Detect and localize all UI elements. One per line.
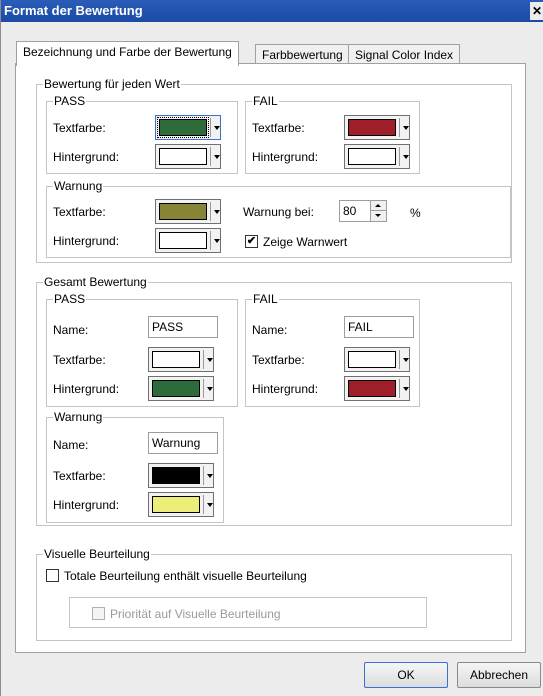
each-pass-hintergrund-label: Hintergrund: <box>53 150 120 164</box>
dropdown-arrow-icon <box>214 210 220 214</box>
overall-warning-hintergrund-label: Hintergrund: <box>53 498 120 512</box>
each-pass-textfarbe-label: Textfarbe: <box>53 121 106 135</box>
group-each-fail: FAIL Textfarbe: Hintergrund: <box>245 94 420 174</box>
group-overall-title: Gesamt Bewertung <box>43 275 148 289</box>
group-visual-title: Visuelle Beurteilung <box>43 547 151 561</box>
color-swatch <box>348 380 396 397</box>
overall-warning-textfarbe-label: Textfarbe: <box>53 469 106 483</box>
overall-pass-hintergrund-label: Hintergrund: <box>53 382 120 396</box>
show-warning-label: Zeige Warnwert <box>263 235 348 249</box>
close-icon[interactable]: ✕ <box>530 2 543 20</box>
dropdown-arrow-icon <box>207 503 213 507</box>
dropdown-arrow-icon <box>207 474 213 478</box>
group-each-value: Bewertung für jeden Wert PASS Textfarbe:… <box>36 77 512 263</box>
color-swatch <box>348 351 396 368</box>
show-warning-checkbox[interactable]: ✔ <box>245 235 258 248</box>
priority-visual-checkbox[interactable] <box>92 607 105 620</box>
color-swatch <box>348 119 396 136</box>
color-swatch <box>152 496 200 513</box>
overall-pass-bg-color-picker[interactable] <box>148 376 214 401</box>
dropdown-arrow-icon <box>403 358 409 362</box>
window-title: Format der Bewertung <box>4 3 143 18</box>
overall-fail-text-color-picker[interactable] <box>344 347 410 372</box>
group-each-value-title: Bewertung für jeden Wert <box>43 77 181 91</box>
ok-button[interactable]: OK <box>364 662 448 688</box>
color-swatch <box>159 203 207 220</box>
overall-warning-bg-color-picker[interactable] <box>148 492 214 517</box>
title-bar[interactable]: Format der Bewertung ✕ <box>1 0 543 22</box>
spin-up-icon[interactable] <box>375 204 381 207</box>
overall-pass-name-label: Name: <box>53 323 89 337</box>
overall-fail-bg-color-picker[interactable] <box>344 376 410 401</box>
overall-fail-hintergrund-label: Hintergrund: <box>252 382 319 396</box>
dropdown-arrow-icon <box>207 358 213 362</box>
overall-pass-name-input[interactable]: PASS <box>148 316 218 338</box>
color-swatch <box>159 148 207 165</box>
tab-bezeichnung-und-farbe[interactable]: Bezeichnung und Farbe der Bewertung <box>16 41 239 66</box>
dropdown-arrow-icon <box>214 155 220 159</box>
overall-pass-textfarbe-label: Textfarbe: <box>53 353 106 367</box>
each-warning-text-color-picker[interactable] <box>155 199 221 224</box>
warning-threshold-spinner[interactable]: 80 <box>339 200 387 222</box>
overall-fail-textfarbe-label: Textfarbe: <box>252 353 305 367</box>
each-warning-textfarbe-label: Textfarbe: <box>53 205 106 219</box>
warning-threshold-value: 80 <box>343 204 357 218</box>
warning-threshold-label: Warnung bei: <box>243 205 314 219</box>
group-overall-fail: FAIL Name: FAIL Textfarbe: Hintergrund: <box>245 292 420 407</box>
group-priority: Priorität auf Visuelle Beurteilung <box>69 597 427 628</box>
group-each-warning: Warnung Textfarbe: Hintergrund: Warnung … <box>46 179 511 258</box>
color-swatch <box>152 380 200 397</box>
spin-down-icon[interactable] <box>375 214 381 217</box>
group-overall: Gesamt Bewertung PASS Name: PASS Textfar… <box>36 275 512 526</box>
overall-warning-text-color-picker[interactable] <box>148 463 214 488</box>
group-overall-pass: PASS Name: PASS Textfarbe: Hintergrund: <box>46 292 238 407</box>
dropdown-arrow-icon <box>207 387 213 391</box>
total-visual-label: Totale Beurteilung enthält visuelle Beur… <box>64 569 307 583</box>
each-fail-title: FAIL <box>252 94 279 108</box>
dialog-window: Format der Bewertung ✕ Bezeichnung und F… <box>0 0 543 696</box>
tab-panel: Bewertung für jeden Wert PASS Textfarbe:… <box>15 63 526 653</box>
color-swatch <box>152 467 200 484</box>
group-overall-warning: Warnung Name: Warnung Textfarbe: Hinterg… <box>46 410 224 523</box>
each-fail-textfarbe-label: Textfarbe: <box>252 121 305 135</box>
each-pass-bg-color-picker[interactable] <box>155 144 221 169</box>
dropdown-arrow-icon <box>214 126 220 130</box>
overall-fail-title: FAIL <box>252 292 279 306</box>
color-swatch <box>157 117 209 138</box>
group-each-pass: PASS Textfarbe: Hintergrund: <box>46 94 238 174</box>
dropdown-arrow-icon <box>403 155 409 159</box>
dropdown-arrow-icon <box>403 126 409 130</box>
priority-visual-label: Priorität auf Visuelle Beurteilung <box>110 607 281 621</box>
warning-threshold-unit: % <box>410 206 421 220</box>
color-swatch <box>152 351 200 368</box>
each-warning-title: Warnung <box>53 179 104 193</box>
dropdown-arrow-icon <box>214 239 220 243</box>
each-fail-text-color-picker[interactable] <box>344 115 410 140</box>
each-fail-bg-color-picker[interactable] <box>344 144 410 169</box>
overall-fail-name-label: Name: <box>252 323 288 337</box>
overall-pass-text-color-picker[interactable] <box>148 347 214 372</box>
group-visual: Visuelle Beurteilung Totale Beurteilung … <box>36 547 512 641</box>
total-visual-checkbox[interactable] <box>46 569 59 582</box>
cancel-button[interactable]: Abbrechen <box>457 662 541 688</box>
each-pass-title: PASS <box>53 94 87 108</box>
each-pass-text-color-picker[interactable] <box>155 115 221 140</box>
overall-warning-title: Warnung <box>53 410 104 424</box>
each-warning-bg-color-picker[interactable] <box>155 228 221 253</box>
overall-pass-title: PASS <box>53 292 87 306</box>
overall-warning-name-input[interactable]: Warnung <box>148 432 218 454</box>
dropdown-arrow-icon <box>403 387 409 391</box>
overall-warning-name-label: Name: <box>53 438 89 452</box>
color-swatch <box>348 148 396 165</box>
overall-fail-name-input[interactable]: FAIL <box>344 316 414 338</box>
color-swatch <box>159 232 207 249</box>
each-warning-hintergrund-label: Hintergrund: <box>53 234 120 248</box>
each-fail-hintergrund-label: Hintergrund: <box>252 150 319 164</box>
